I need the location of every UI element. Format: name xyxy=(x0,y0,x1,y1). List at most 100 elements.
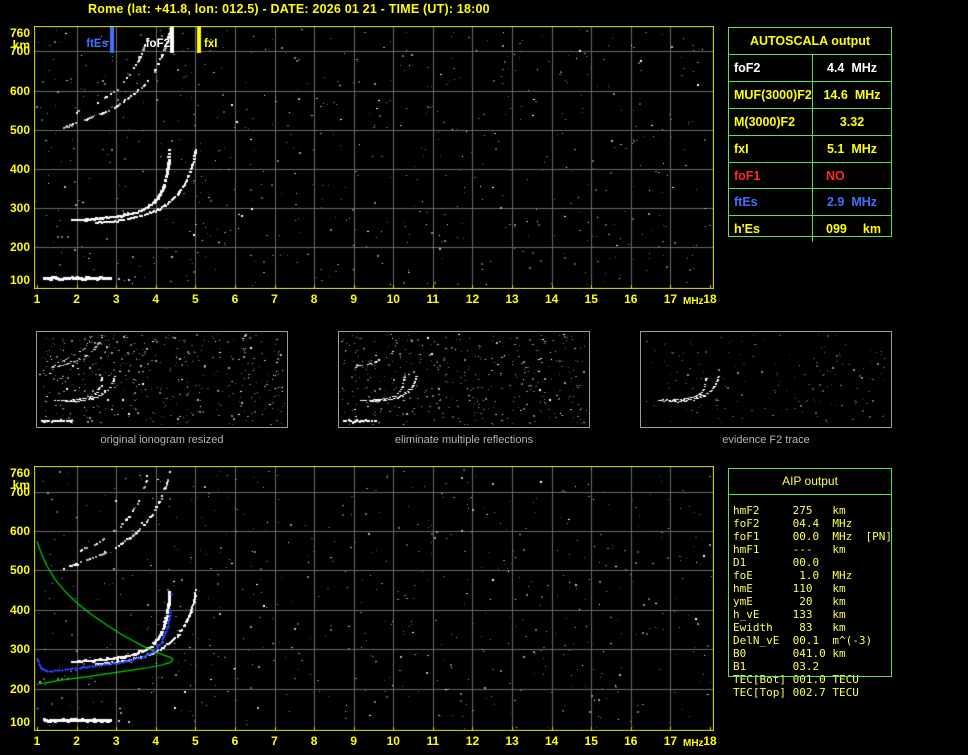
autoscala-table-rows: foF2 4.4 MHz MUF(3000)F2 14.6 MHz M(3000)F2 3.3… xyxy=(729,55,891,243)
aip-row-hmE: hmE 110 km xyxy=(733,582,846,595)
x-tick-label-14: 14 xyxy=(544,734,559,748)
profile-ionogram-canvas xyxy=(34,466,714,731)
autoscala-row-label: M(3000)F2 xyxy=(729,108,813,135)
x-tick-label-17: 17 xyxy=(663,292,678,306)
x-tick-label-9: 9 xyxy=(350,734,358,748)
aip-row-D1: D1 00.0 xyxy=(733,556,833,569)
y-tick-label-200: 200 xyxy=(9,681,30,696)
fxI-marker-label: fxI xyxy=(204,38,218,50)
x-tick-label-17: 17 xyxy=(663,734,678,748)
aip-row-B0: B0 041.0 km xyxy=(733,647,846,660)
x-tick-label-12: 12 xyxy=(465,734,480,748)
y-tick-label-300: 300 xyxy=(9,642,30,657)
autoscala-row-value: 5.1 MHz xyxy=(826,141,878,156)
autoscala-output-table: AUTOSCALA output foF2 4.4 MHz MUF(3000)F2 14… xyxy=(728,27,892,243)
aip-row-foF1: foF1 00.0 MHz [PN] xyxy=(733,530,892,543)
y-tick-label-100: 100 xyxy=(9,715,30,729)
x-tick-label-8: 8 xyxy=(310,734,318,748)
x-tick-label-5: 5 xyxy=(192,292,199,306)
x-tick-label-10: 10 xyxy=(386,292,400,306)
aip-row-h_vE: h_vE 133 km xyxy=(733,608,846,621)
foF2-marker-label: foF2 xyxy=(145,38,170,50)
x-tick-label-3: 3 xyxy=(112,292,120,306)
autoscala-row-MUF(3000)F2: MUF(3000)F2 14.6 MHz xyxy=(729,81,891,109)
autoscala-row-value: NO xyxy=(826,168,845,183)
aip-row-hmF1: hmF1 --- km xyxy=(733,543,846,556)
x-tick-label-3: 3 xyxy=(112,734,120,748)
y-tick-label-200: 200 xyxy=(9,239,30,254)
y-axis-unit: km xyxy=(12,478,30,492)
x-tick-label-4: 4 xyxy=(152,734,160,748)
x-tick-label-9: 9 xyxy=(350,292,358,306)
aip-row-hmF2: hmF2 275 km xyxy=(733,504,846,517)
panel-evidence-f2-canvas xyxy=(641,332,891,427)
x-tick-label-7: 7 xyxy=(271,292,278,306)
x-tick-label-11: 11 xyxy=(426,734,440,748)
x-axis-unit: MHz xyxy=(683,738,704,749)
x-tick-label-15: 15 xyxy=(584,292,598,306)
x-tick-label-11: 11 xyxy=(426,292,440,306)
panel-eliminate-reflections xyxy=(338,331,590,428)
aip-table-rows: hmF2 275 km foF2 04.4 MHz foF1 00.0 MHz [P… xyxy=(733,504,892,699)
x-tick-label-6: 6 xyxy=(231,292,239,306)
autoscala-row-value: 099 km xyxy=(826,222,881,237)
x-tick-label-1: 1 xyxy=(33,734,41,748)
autoscala-row-value: 2.9 MHz xyxy=(826,195,878,210)
y-tick-label-400: 400 xyxy=(9,161,30,176)
x-tick-label-16: 16 xyxy=(624,734,638,748)
y-tick-label-600: 600 xyxy=(9,524,30,539)
x-tick-label-10: 10 xyxy=(386,734,400,748)
panel-evidence-f2 xyxy=(640,331,892,428)
autoscala-row-value: 3.32 xyxy=(839,114,865,129)
x-tick-label-6: 6 xyxy=(231,734,239,748)
aip-row-TEC[Top]: TEC[Top] 002.7 TECU xyxy=(733,686,859,699)
autoscala-row-label: ftEs xyxy=(729,189,813,216)
autoscala-row-label: MUF(3000)F2 xyxy=(729,81,813,108)
main-ionogram-canvas xyxy=(34,26,714,289)
x-tick-label-7: 7 xyxy=(271,734,278,748)
aip-row-B1: B1 03.2 xyxy=(733,660,833,673)
aip-row-Ewidth: Ewidth 83 km xyxy=(733,621,846,634)
y-tick-label-400: 400 xyxy=(9,602,30,617)
x-tick-label-2: 2 xyxy=(73,734,80,748)
profile-ionogram-plot xyxy=(34,466,714,731)
x-tick-label-2: 2 xyxy=(73,292,80,306)
panel-original-ionogram-caption: original ionogram resized xyxy=(100,434,224,446)
autoscala-table-title: AUTOSCALA output xyxy=(729,28,891,55)
panel-evidence-f2-caption: evidence F2 trace xyxy=(722,434,810,446)
autoscala-row-h'Es: h'Es 099 km xyxy=(729,216,891,243)
x-tick-label-5: 5 xyxy=(192,734,199,748)
x-tick-label-8: 8 xyxy=(310,292,318,306)
aip-table-title: AIP output xyxy=(729,469,891,495)
ftEs-marker-label: ftEs xyxy=(86,38,108,50)
autoscala-row-value: 14.6 MHz xyxy=(823,87,881,102)
x-tick-label-14: 14 xyxy=(544,292,559,306)
aip-row-foE: foE 1.0 MHz xyxy=(733,569,853,582)
aip-row-TEC[Bot]: TEC[Bot] 001.0 TECU xyxy=(733,673,859,686)
x-axis-unit: MHz xyxy=(683,296,704,307)
autoscala-row-M(3000)F2: M(3000)F2 3.32 xyxy=(729,108,891,136)
x-tick-label-13: 13 xyxy=(505,734,519,748)
panel-eliminate-reflections-canvas xyxy=(339,332,589,427)
y-tick-label-500: 500 xyxy=(9,563,30,578)
aip-row-ymE: ymE 20 km xyxy=(733,595,846,608)
page-title: Rome (lat: +41.8, lon: 012.5) - DATE: 20… xyxy=(88,2,490,16)
y-tick-label-100: 100 xyxy=(9,273,30,287)
aip-row-foF2: foF2 04.4 MHz xyxy=(733,517,853,530)
panel-eliminate-reflections-caption: eliminate multiple reflections xyxy=(394,434,534,446)
autoscala-row-label: foF1 xyxy=(729,162,813,189)
y-tick-label-600: 600 xyxy=(9,83,30,98)
autoscala-row-foF1: foF1 NO xyxy=(729,162,891,190)
aip-row-DelN_vE: DelN_vE 00.1 m^(-3) xyxy=(733,634,873,647)
x-tick-label-4: 4 xyxy=(152,292,160,306)
y-axis-unit: km xyxy=(12,38,30,52)
autoscala-row-value: 4.4 MHz xyxy=(826,60,878,75)
x-tick-label-15: 15 xyxy=(584,734,598,748)
x-tick-label-1: 1 xyxy=(33,292,41,306)
autoscala-row-ftEs: ftEs 2.9 MHz xyxy=(729,189,891,217)
x-tick-label-12: 12 xyxy=(465,292,480,306)
y-tick-label-300: 300 xyxy=(9,200,30,215)
panel-original-ionogram-canvas xyxy=(37,332,287,427)
autoscala-row-label: h'Es xyxy=(729,216,813,243)
x-tick-label-16: 16 xyxy=(624,292,638,306)
